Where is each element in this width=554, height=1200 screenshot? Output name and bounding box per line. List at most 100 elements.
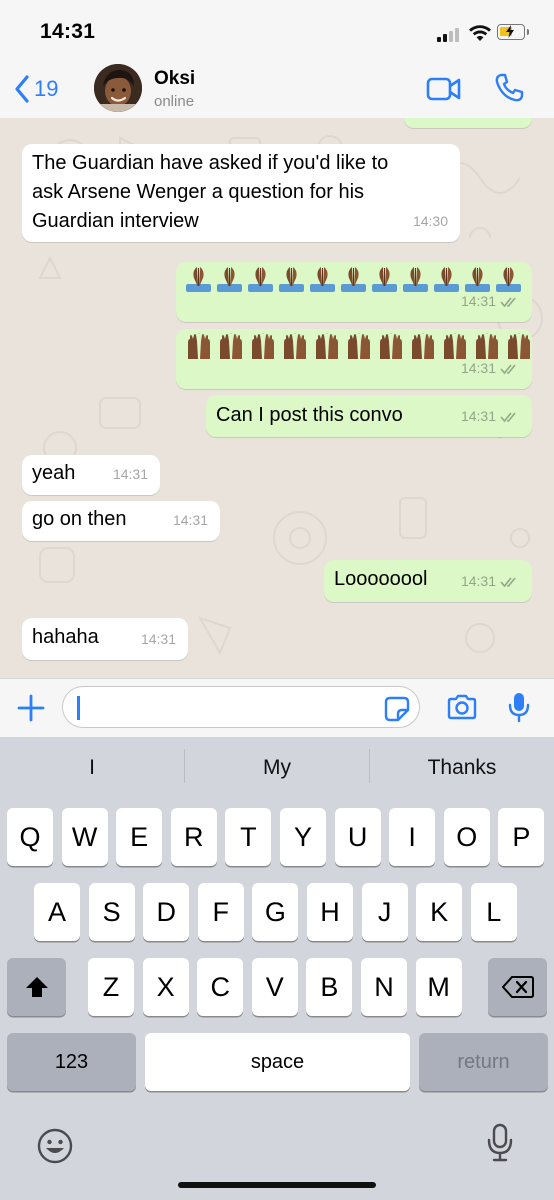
- folded-hands-emoji: [310, 266, 335, 292]
- letter-key[interactable]: N: [361, 958, 407, 1016]
- letter-key[interactable]: O: [443, 808, 490, 866]
- letter-key[interactable]: I: [389, 808, 436, 866]
- letter-key[interactable]: F: [197, 883, 244, 941]
- home-indicator: [178, 1182, 376, 1188]
- message-bubble-incoming[interactable]: yeah 14:31: [22, 455, 160, 495]
- phone-icon[interactable]: [494, 73, 524, 103]
- shift-key[interactable]: [7, 958, 66, 1016]
- message-time: 14:31: [112, 466, 148, 482]
- message-time: 14:31: [460, 573, 496, 589]
- status-time: 14:31: [40, 20, 96, 43]
- letter-key[interactable]: T: [225, 808, 272, 866]
- letter-key[interactable]: Z: [88, 958, 134, 1016]
- raising-hands-emoji: [378, 333, 404, 359]
- message-text: yeah: [32, 462, 76, 484]
- plus-icon[interactable]: [16, 693, 46, 723]
- letter-key[interactable]: L: [470, 883, 517, 941]
- folded-hands-emoji: [341, 266, 366, 292]
- raising-hands-emoji: [346, 333, 372, 359]
- suggestion-1[interactable]: I: [0, 737, 184, 799]
- folded-hands-emoji: [248, 266, 273, 292]
- letter-key[interactable]: Q: [7, 808, 53, 866]
- chat-header: 19 Oksi online: [0, 62, 554, 119]
- letter-key[interactable]: U: [334, 808, 381, 866]
- read-ticks-icon: [500, 363, 520, 375]
- message-text: Loooooool: [334, 568, 428, 590]
- read-ticks-icon: [500, 411, 520, 423]
- message-time: 14:31: [460, 293, 496, 309]
- video-call-icon[interactable]: [426, 76, 462, 102]
- shift-arrow-icon: [25, 977, 48, 997]
- contact-avatar[interactable]: [94, 64, 142, 112]
- folded-hands-emoji: [217, 266, 242, 292]
- message-text: hahaha: [32, 626, 99, 648]
- return-key[interactable]: return: [419, 1033, 548, 1091]
- letter-key[interactable]: V: [251, 958, 298, 1016]
- contact-name[interactable]: Oksi: [154, 68, 195, 90]
- back-button[interactable]: 19: [14, 72, 58, 106]
- read-ticks-icon: [500, 296, 520, 308]
- contact-status: online: [154, 93, 195, 110]
- message-bubble-outgoing[interactable]: Loooooool 14:31: [324, 560, 532, 602]
- dictation-mic-icon[interactable]: [486, 1123, 514, 1163]
- microphone-icon[interactable]: [508, 691, 530, 723]
- letter-key[interactable]: X: [142, 958, 189, 1016]
- letter-key[interactable]: W: [61, 808, 108, 866]
- message-bubble-outgoing[interactable]: 14:31: [176, 329, 532, 389]
- message-bubble-incoming[interactable]: hahaha 14:31: [22, 618, 188, 660]
- message-text: Can I post this convo: [216, 404, 403, 426]
- camera-icon[interactable]: [446, 693, 478, 721]
- letter-key[interactable]: G: [252, 883, 299, 941]
- numbers-key[interactable]: 123: [7, 1033, 136, 1091]
- emoji-keyboard-icon[interactable]: [36, 1127, 74, 1165]
- chevron-left-icon: [15, 75, 29, 103]
- suggestion-2[interactable]: My: [185, 737, 369, 799]
- message-text: go on then: [32, 508, 127, 530]
- message-bubble-partial: [404, 118, 532, 128]
- message-text: ask Arsene Wenger a question for his: [32, 181, 365, 203]
- battery-charging-icon: [497, 24, 529, 40]
- letter-key[interactable]: R: [170, 808, 217, 866]
- folded-hands-emoji: [372, 266, 397, 292]
- cellular-signal-icon: [437, 26, 463, 42]
- raising-hands-emoji: [250, 333, 276, 359]
- message-time: 14:30: [412, 213, 448, 229]
- text-cursor: [77, 696, 80, 720]
- folded-hands-emoji: [186, 266, 211, 292]
- space-key[interactable]: space: [145, 1033, 410, 1091]
- folded-hands-emoji: [434, 266, 459, 292]
- letter-key[interactable]: D: [143, 883, 190, 941]
- backspace-key[interactable]: [488, 958, 547, 1016]
- message-text: The Guardian have asked if you'd like to: [32, 152, 389, 174]
- raising-hands-emoji: [218, 333, 244, 359]
- letter-key[interactable]: S: [88, 883, 135, 941]
- sticker-icon[interactable]: [384, 696, 410, 722]
- backspace-icon: [501, 976, 534, 998]
- message-time: 14:31: [460, 360, 496, 376]
- letter-key[interactable]: A: [34, 883, 80, 941]
- status-bar: 14:31: [0, 0, 554, 62]
- letter-key[interactable]: E: [116, 808, 163, 866]
- folded-hands-emoji: [279, 266, 304, 292]
- message-time: 14:31: [172, 512, 208, 528]
- message-bubble-outgoing[interactable]: Can I post this convo 14:31: [206, 395, 532, 437]
- keyboard: I My Thanks QWERTYUIOPASDFGHJKLZXCVBNM 1…: [0, 737, 554, 1200]
- letter-key[interactable]: K: [416, 883, 463, 941]
- raising-hands-emoji: [314, 333, 340, 359]
- message-bubble-outgoing[interactable]: 14:31: [176, 262, 532, 322]
- message-time: 14:31: [140, 631, 176, 647]
- message-input[interactable]: [62, 686, 420, 728]
- letter-key[interactable]: Y: [280, 808, 326, 866]
- letter-key[interactable]: M: [415, 958, 462, 1016]
- letter-key[interactable]: J: [361, 883, 408, 941]
- letter-key[interactable]: B: [306, 958, 353, 1016]
- message-bubble-incoming[interactable]: go on then 14:31: [22, 501, 220, 541]
- letter-key[interactable]: H: [307, 883, 353, 941]
- message-bubble-incoming[interactable]: The Guardian have asked if you'd like to…: [22, 144, 460, 242]
- letter-key[interactable]: C: [197, 958, 244, 1016]
- suggestion-3[interactable]: Thanks: [370, 737, 554, 799]
- letter-key[interactable]: P: [498, 808, 545, 866]
- chat-area[interactable]: The Guardian have asked if you'd like to…: [0, 118, 554, 678]
- raising-hands-emoji: [410, 333, 436, 359]
- wifi-icon: [469, 25, 491, 41]
